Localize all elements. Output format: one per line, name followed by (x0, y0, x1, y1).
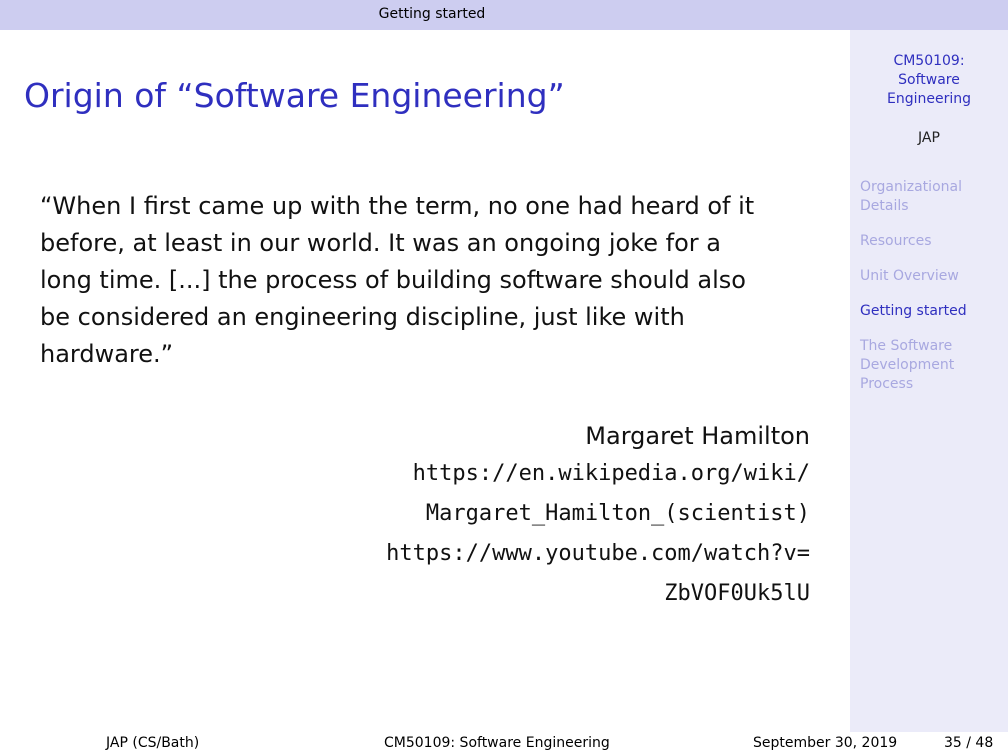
footer: JAP (CS/Bath) CM50109: Software Engineer… (0, 732, 1008, 756)
sidebar-item-unit-overview[interactable]: Unit Overview (860, 267, 1000, 286)
page-number: 35 / 48 (944, 735, 994, 751)
wikipedia-link[interactable]: https://en.wikipedia.org/wiki/ Margaret_… (386, 454, 810, 534)
footer-date: September 30, 2019 (753, 735, 898, 751)
footer-author: JAP (CS/Bath) (106, 735, 200, 751)
sidebar: CM50109: Software Engineering JAP Organi… (850, 30, 1008, 732)
footer-course: CM50109: Software Engineering (384, 735, 610, 751)
attribution: Margaret Hamilton https://en.wikipedia.o… (386, 418, 810, 614)
sidebar-item-getting-started[interactable]: Getting started (860, 302, 1000, 321)
sidebar-presentation-title[interactable]: CM50109: Software Engineering (850, 52, 1008, 109)
section-header-bar: Getting started (0, 0, 1008, 30)
youtube-link[interactable]: https://www.youtube.com/watch?v= ZbVOF0U… (386, 534, 810, 614)
sidebar-item-resources[interactable]: Resources (860, 232, 1000, 251)
quote-text: “When I first came up with the term, no … (40, 192, 755, 368)
section-header-label: Getting started (378, 6, 486, 22)
sidebar-nav: Organizational Details Resources Unit Ov… (860, 178, 1000, 410)
sidebar-item-software-development-process[interactable]: The Software Development Process (860, 337, 1000, 394)
quote-author: Margaret Hamilton (585, 422, 810, 450)
sidebar-author: JAP (918, 130, 940, 146)
sidebar-item-organizational-details[interactable]: Organizational Details (860, 178, 1000, 216)
slide-title: Origin of “Software Engineering” (24, 76, 565, 116)
